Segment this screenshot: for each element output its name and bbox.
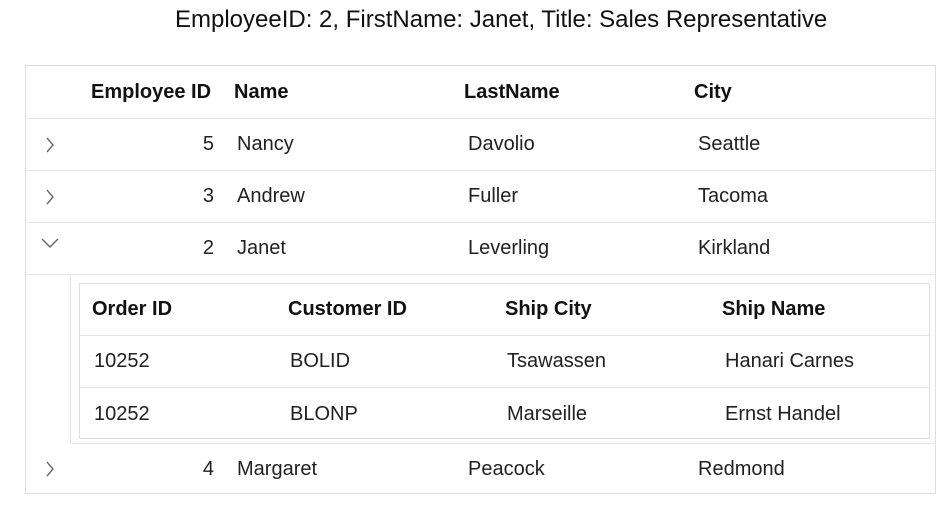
cell-customer-id: BLONP	[290, 402, 358, 425]
cell-name: Andrew	[237, 185, 305, 207]
column-header-employee-id[interactable]: Employee ID	[91, 66, 211, 118]
table-row[interactable]: 3 Andrew Fuller Tacoma	[26, 171, 935, 223]
cell-city: Tacoma	[698, 185, 769, 207]
cell-ship-name: Ernst Handel	[725, 402, 841, 425]
chevron-right-icon	[46, 189, 54, 204]
cell-city: Kirkland	[698, 237, 771, 259]
expand-row-button[interactable]	[40, 171, 60, 222]
cell-lastname: Peacock	[468, 457, 545, 480]
cell-employee-id: 3	[202, 185, 214, 207]
table-row[interactable]: 4 Margaret Peacock Redmond	[26, 444, 935, 494]
expand-row-button[interactable]	[40, 119, 60, 170]
cell-order-id: 10252	[94, 402, 150, 425]
table-row[interactable]: 5 Nancy Davolio Seattle	[26, 119, 935, 171]
cell-employee-id: 5	[202, 133, 214, 155]
cell-name: Janet	[237, 237, 286, 259]
selected-record-summary: EmployeeID: 2, FirstName: Janet, Title: …	[175, 6, 828, 33]
expand-row-button[interactable]	[40, 444, 60, 494]
cell-name: Nancy	[237, 133, 294, 155]
cell-ship-city: Marseille	[507, 402, 588, 425]
collapse-row-button[interactable]	[40, 223, 60, 274]
cell-customer-id: BOLID	[290, 350, 351, 372]
column-header-city[interactable]: City	[694, 66, 732, 118]
column-header-customer-id[interactable]: Customer ID	[288, 284, 407, 335]
cell-city: Seattle	[698, 133, 761, 155]
cell-lastname: Fuller	[468, 185, 519, 207]
grid-header-row: Employee ID Name LastName City	[26, 66, 935, 119]
child-table-row[interactable]: 10252 BLONP Marseille Ernst Handel	[80, 388, 929, 440]
cell-ship-city: Tsawassen	[507, 350, 606, 372]
chevron-right-icon	[46, 461, 54, 477]
table-row-expanded[interactable]: 2 Janet Leverling Kirkland	[26, 223, 935, 275]
column-header-name[interactable]: Name	[234, 66, 288, 118]
cell-lastname: Leverling	[468, 237, 550, 259]
cell-order-id: 10252	[94, 350, 150, 372]
column-header-order-id[interactable]: Order ID	[92, 284, 172, 335]
cell-employee-id: 4	[202, 457, 214, 480]
chevron-right-icon	[46, 137, 54, 152]
orders-child-grid: Order ID Customer ID Ship City Ship Name…	[79, 283, 930, 439]
column-header-lastname[interactable]: LastName	[464, 66, 560, 118]
column-header-ship-name[interactable]: Ship Name	[722, 284, 825, 335]
chevron-down-icon	[41, 238, 59, 248]
cell-ship-name: Hanari Carnes	[725, 350, 854, 372]
cell-city: Redmond	[698, 457, 785, 480]
cell-lastname: Davolio	[468, 133, 535, 155]
child-grid-header-row: Order ID Customer ID Ship City Ship Name	[80, 284, 929, 336]
child-table-row[interactable]: 10252 BOLID Tsawassen Hanari Carnes	[80, 336, 929, 388]
cell-employee-id: 2	[202, 237, 214, 259]
employee-grid: Employee ID Name LastName City 5 Nancy D…	[25, 65, 936, 494]
column-header-ship-city[interactable]: Ship City	[505, 284, 592, 335]
detail-row: Order ID Customer ID Ship City Ship Name…	[70, 275, 935, 444]
cell-name: Margaret	[237, 457, 318, 480]
